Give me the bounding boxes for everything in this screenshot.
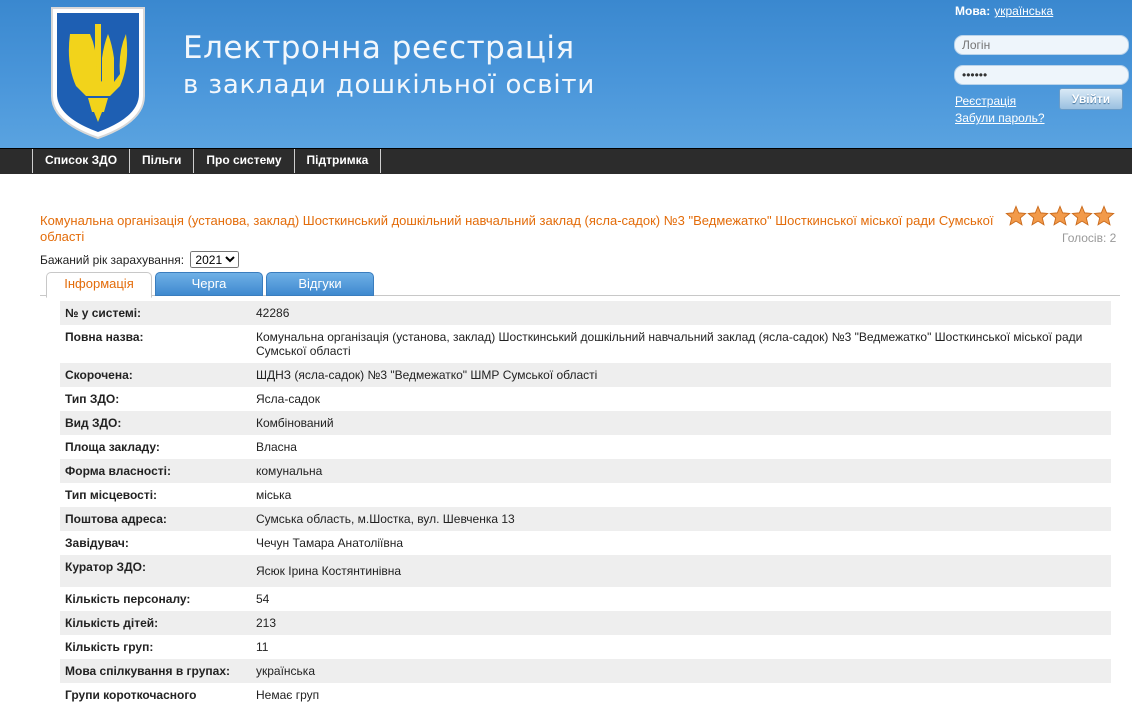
info-value: Комбінований bbox=[256, 416, 334, 430]
info-label: Повна назва: bbox=[65, 330, 144, 344]
info-label: Площа закладу: bbox=[65, 440, 160, 454]
language-label: Мова: bbox=[955, 4, 991, 18]
star-icon[interactable] bbox=[1071, 205, 1093, 227]
info-row: Мова спілкування в групах: українська bbox=[60, 659, 1111, 683]
info-value: 42286 bbox=[256, 306, 290, 320]
info-row: Площа закладу: Власна bbox=[60, 435, 1111, 459]
info-label: Кількість персоналу: bbox=[65, 592, 191, 606]
info-label: Завідувач: bbox=[65, 536, 129, 550]
info-row: Поштова адреса: Сумська область, м.Шостка… bbox=[60, 507, 1111, 531]
info-label: Групи короткочасного bbox=[65, 688, 197, 702]
tab-queue[interactable]: Черга bbox=[155, 272, 263, 296]
info-label: Куратор ЗДО: bbox=[65, 560, 146, 574]
site-title-line2: в заклади дошкільної освіти bbox=[183, 70, 596, 100]
forgot-password-link[interactable]: Забули пароль? bbox=[955, 111, 1045, 125]
star-icon[interactable] bbox=[1005, 205, 1027, 227]
star-icon[interactable] bbox=[1093, 205, 1115, 227]
site-header: Електронна реєстрація в заклади дошкільн… bbox=[0, 0, 1132, 148]
nav-item-benefits[interactable]: Пільги bbox=[129, 149, 195, 173]
info-value: Чечун Тамара Анатоліївна bbox=[256, 536, 404, 550]
info-row: Кількість дітей: 213 bbox=[60, 611, 1111, 635]
votes-count: Голосів: 2 bbox=[1062, 231, 1117, 245]
info-row: Завідувач: Чечун Тамара Анатоліївна bbox=[60, 531, 1111, 555]
info-value: українська bbox=[256, 664, 315, 678]
star-icon[interactable] bbox=[1027, 205, 1049, 227]
info-label: Кількість груп: bbox=[65, 640, 154, 654]
info-label: Вид ЗДО: bbox=[65, 416, 122, 430]
password-input[interactable] bbox=[954, 65, 1129, 85]
info-value: Ясла-садок bbox=[256, 392, 320, 406]
info-value: Власна bbox=[256, 440, 297, 454]
info-value: 11 bbox=[256, 640, 269, 654]
info-table: № у системі: 42286 Повна назва: Комунальна … bbox=[60, 301, 1111, 707]
login-button[interactable]: Увійти bbox=[1059, 88, 1123, 110]
info-label: Скорочена: bbox=[65, 368, 133, 382]
nav-item-zdo-list[interactable]: Список ЗДО bbox=[32, 149, 131, 173]
language-link[interactable]: українська bbox=[994, 4, 1053, 18]
info-value: Немає груп bbox=[256, 688, 320, 702]
info-row: Кількість груп: 11 bbox=[60, 635, 1111, 659]
info-value: Ясюк Ірина Костянтинівна bbox=[256, 564, 402, 578]
info-row: Скорочена: ШДНЗ (ясла-садок) №3 "Ведмежат… bbox=[60, 363, 1111, 387]
coat-of-arms-logo[interactable] bbox=[48, 4, 148, 142]
info-row: Тип ЗДО: Ясла-садок bbox=[60, 387, 1111, 411]
login-input[interactable] bbox=[954, 35, 1129, 55]
org-name-heading: Комунальна організація (установа, заклад… bbox=[40, 213, 994, 244]
info-label: Мова спілкування в групах: bbox=[65, 664, 230, 678]
info-value: Комунальна організація (установа, заклад… bbox=[256, 330, 1083, 358]
year-select[interactable]: 2021 bbox=[190, 251, 240, 268]
year-row: Бажаний рік зарахування: 2021 bbox=[40, 251, 240, 268]
tab-reviews[interactable]: Відгуки bbox=[266, 272, 374, 296]
info-label: Кількість дітей: bbox=[65, 616, 159, 630]
info-row: № у системі: 42286 bbox=[60, 301, 1111, 325]
info-label: Тип місцевості: bbox=[65, 488, 158, 502]
info-label: № у системі: bbox=[65, 306, 142, 320]
info-row: Форма власності: комунальна bbox=[60, 459, 1111, 483]
rating-stars[interactable] bbox=[1005, 205, 1115, 227]
tab-info[interactable]: Інформація bbox=[46, 272, 152, 298]
info-label: Форма власності: bbox=[65, 464, 171, 478]
info-row: Вид ЗДО: Комбінований bbox=[60, 411, 1111, 435]
info-label: Поштова адреса: bbox=[65, 512, 167, 526]
nav-item-about[interactable]: Про систему bbox=[193, 149, 295, 173]
info-value: 213 bbox=[256, 616, 277, 630]
info-row: Кількість персоналу: 54 bbox=[60, 587, 1111, 611]
info-value: міська bbox=[256, 488, 292, 502]
info-value: 54 bbox=[256, 592, 270, 606]
language-selector: Мова: українська bbox=[955, 4, 1053, 18]
year-label: Бажаний рік зарахування: bbox=[40, 253, 185, 267]
info-row: Куратор ЗДО: Ясюк Ірина Костянтинівна bbox=[60, 555, 1111, 587]
star-icon[interactable] bbox=[1049, 205, 1071, 227]
info-value: Сумська область, м.Шостка, вул. Шевченка… bbox=[256, 512, 515, 526]
info-value: ШДНЗ (ясла-садок) №3 "Ведмежатко" ШМР Су… bbox=[256, 368, 598, 382]
info-row: Тип місцевості: міська bbox=[60, 483, 1111, 507]
site-title-line1: Електронна реєстрація bbox=[183, 30, 575, 66]
register-link[interactable]: Реєстрація bbox=[955, 94, 1016, 108]
info-value: комунальна bbox=[256, 464, 323, 478]
info-row: Повна назва: Комунальна організація (уста… bbox=[60, 325, 1111, 363]
info-label: Тип ЗДО: bbox=[65, 392, 120, 406]
main-nav: Список ЗДО Пільги Про систему Підтримка bbox=[0, 148, 1132, 174]
nav-item-support[interactable]: Підтримка bbox=[293, 149, 382, 173]
info-row: Групи короткочасного Немає груп bbox=[60, 683, 1111, 707]
